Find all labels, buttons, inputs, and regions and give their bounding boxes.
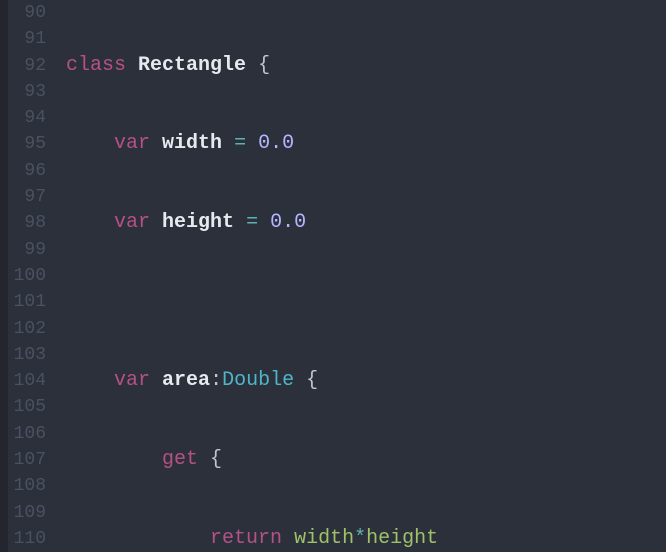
code-area[interactable]: class Rectangle { var width = 0.0 var he… [52, 0, 666, 552]
line-number: 110 [8, 526, 46, 552]
line-number: 105 [8, 394, 46, 420]
line-number: 104 [8, 368, 46, 394]
line-number: 108 [8, 473, 46, 499]
code-line[interactable] [66, 289, 666, 315]
code-line[interactable]: return width*height [66, 526, 666, 552]
line-number: 109 [8, 500, 46, 526]
line-number: 101 [8, 289, 46, 315]
line-number: 107 [8, 447, 46, 473]
line-number: 94 [8, 105, 46, 131]
line-number: 106 [8, 421, 46, 447]
line-number: 98 [8, 210, 46, 236]
line-number: 102 [8, 316, 46, 342]
line-number: 103 [8, 342, 46, 368]
code-editor[interactable]: 90 91 92 93 94 95 96 97 98 99 100 101 10… [0, 0, 666, 552]
code-line[interactable]: get { [66, 447, 666, 473]
line-number: 90 [8, 0, 46, 26]
code-line[interactable]: var area:Double { [66, 368, 666, 394]
line-number: 99 [8, 237, 46, 263]
line-number: 96 [8, 158, 46, 184]
line-number-gutter: 90 91 92 93 94 95 96 97 98 99 100 101 10… [8, 0, 52, 552]
line-number: 91 [8, 26, 46, 52]
code-line[interactable]: var width = 0.0 [66, 131, 666, 157]
code-line[interactable]: var height = 0.0 [66, 210, 666, 236]
minimap-stripe [0, 0, 8, 552]
code-line[interactable]: class Rectangle { [66, 53, 666, 79]
line-number: 97 [8, 184, 46, 210]
line-number: 100 [8, 263, 46, 289]
line-number: 95 [8, 131, 46, 157]
line-number: 92 [8, 53, 46, 79]
line-number: 93 [8, 79, 46, 105]
